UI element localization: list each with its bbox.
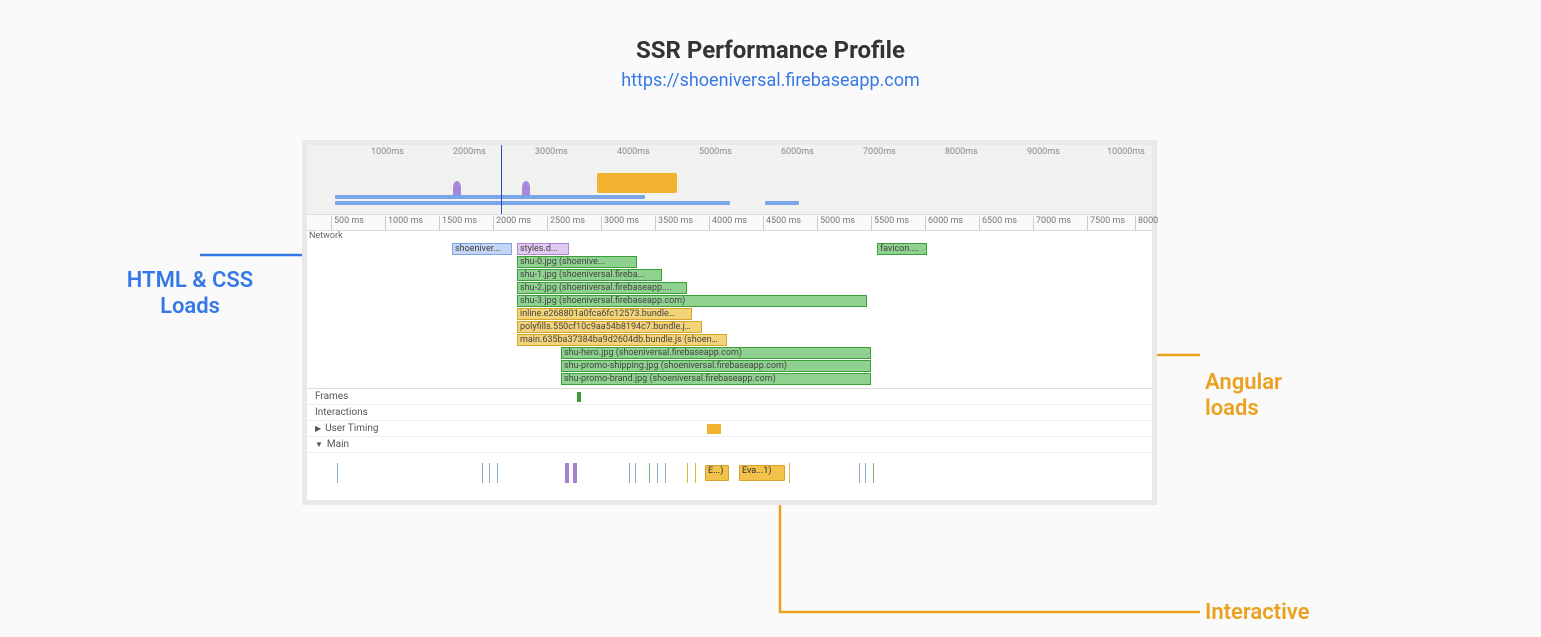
ruler-tick: 6500 ms <box>979 216 1017 230</box>
network-section-label: Network <box>309 231 343 241</box>
collapse-icon[interactable]: ▼ <box>315 440 323 449</box>
network-request-bar[interactable]: polyfills.550cf10c9aa54b8194c7.bundle.j… <box>517 321 702 333</box>
lane-label: Main <box>327 439 349 450</box>
task-stripe <box>489 463 490 483</box>
task-stripe <box>695 463 696 483</box>
lane-label: Frames <box>315 391 348 402</box>
annotation-interactive: Interactive <box>1205 600 1365 626</box>
network-request-bar[interactable]: shu-3.jpg (shoeniversal.firebaseapp.com) <box>517 295 867 307</box>
ov-tick: 2000ms <box>453 147 486 157</box>
network-waterfall[interactable]: Network shoeniver... styles.d...shu-0.jpg… <box>307 231 1152 389</box>
ov-tick: 10000ms <box>1107 147 1145 157</box>
ov-tick: 7000ms <box>863 147 896 157</box>
network-request-bar[interactable]: shu-hero.jpg (shoeniversal.firebaseapp.c… <box>561 347 871 359</box>
ov-network-bar <box>765 201 799 205</box>
ov-cpu-spike <box>522 181 530 195</box>
frame-marker <box>577 392 581 402</box>
network-request-bar[interactable]: inline.e268801a0fca6fc12573.bundle… <box>517 308 692 320</box>
lane-user-timing[interactable]: ▶ User Timing <box>307 421 1152 437</box>
ov-tick: 4000ms <box>617 147 650 157</box>
task-stripe <box>665 463 666 483</box>
lane-interactions[interactable]: Interactions <box>307 405 1152 421</box>
lane-label: Interactions <box>315 407 368 418</box>
task-stripe <box>657 463 658 483</box>
ruler-tick: 7500 ms <box>1087 216 1125 230</box>
network-request-bar[interactable]: styles.d... <box>517 243 569 255</box>
network-request-bar[interactable]: shu-promo-brand.jpg (shoeniversal.fireba… <box>561 373 871 385</box>
ov-tick: 9000ms <box>1027 147 1060 157</box>
task-stripe <box>649 463 650 483</box>
ov-cpu-spike <box>453 181 461 195</box>
network-request-bar[interactable]: shu-2.jpg (shoeniversal.firebaseapp.... <box>517 282 687 294</box>
task-stripe <box>873 463 874 483</box>
ruler-tick: 1500 ms <box>439 216 477 230</box>
task-stripe <box>573 463 577 483</box>
page-title: SSR Performance Profile <box>0 36 1541 64</box>
page-url[interactable]: https://shoeniversal.firebaseapp.com <box>0 70 1541 91</box>
ruler-tick: 3500 ms <box>655 216 693 230</box>
ruler-tick: 8000 <box>1135 216 1158 230</box>
network-request-bar[interactable]: shu-0.jpg (shoenive... <box>517 256 637 268</box>
task-stripe <box>337 463 338 483</box>
ov-tick: 6000ms <box>781 147 814 157</box>
task-stripe <box>859 463 860 483</box>
network-request-bar[interactable]: main.635ba37384ba9d2604db.bundle.js (sho… <box>517 334 727 346</box>
task-stripe <box>635 463 636 483</box>
ov-tick: 8000ms <box>945 147 978 157</box>
ov-tick: 3000ms <box>535 147 568 157</box>
ruler-tick: 2500 ms <box>547 216 585 230</box>
ruler-tick: 5000 ms <box>817 216 855 230</box>
ov-tick: 5000ms <box>699 147 732 157</box>
annotation-html-css-loads: HTML & CSSLoads <box>100 268 280 321</box>
ruler-tick: 4000 ms <box>709 216 747 230</box>
task-stripe <box>865 463 866 483</box>
ov-tick: 1000ms <box>371 147 404 157</box>
lane-frames[interactable]: Frames <box>307 389 1152 405</box>
ruler-tick: 6000 ms <box>925 216 963 230</box>
ruler-tick: 5500 ms <box>871 216 909 230</box>
flame-evaluate-script[interactable]: Eva...1) <box>739 465 785 481</box>
ov-script-activity <box>597 173 677 193</box>
task-stripe <box>497 463 498 483</box>
ov-time-cursor[interactable] <box>501 145 502 214</box>
flame-evaluate-script[interactable]: E...) <box>705 465 729 481</box>
annotation-angular-loads: Angularloads <box>1205 370 1345 423</box>
ruler-tick: 4500 ms <box>763 216 801 230</box>
lane-main[interactable]: ▼ Main <box>307 437 1152 453</box>
network-request-bar[interactable]: shu-promo-shipping.jpg (shoeniversal.fir… <box>561 360 871 372</box>
main-thread-flame[interactable]: E...) Eva...1) <box>307 453 1152 493</box>
network-request-bar[interactable]: shu-1.jpg (shoeniversal.fireba... <box>517 269 662 281</box>
devtools-performance-panel[interactable]: 1000ms 2000ms 3000ms 4000ms 5000ms 6000m… <box>302 140 1157 505</box>
ruler-tick: 2000 ms <box>493 216 531 230</box>
arrow-interactive <box>770 490 1270 630</box>
user-timing-mark <box>707 424 721 434</box>
ov-network-bar <box>335 201 730 205</box>
network-request-bar[interactable]: favicon.... <box>877 243 927 255</box>
task-stripe <box>482 463 483 483</box>
ruler-tick: 1000 ms <box>385 216 423 230</box>
ruler-tick: 500 ms <box>331 216 364 230</box>
expand-icon[interactable]: ▶ <box>315 424 321 433</box>
network-request-bar[interactable]: shoeniver... <box>452 243 512 255</box>
overview-strip[interactable]: 1000ms 2000ms 3000ms 4000ms 5000ms 6000m… <box>307 145 1152 215</box>
task-stripe <box>687 463 688 483</box>
lane-label: User Timing <box>325 423 378 434</box>
ruler-tick: 3000 ms <box>601 216 639 230</box>
task-stripe <box>629 463 630 483</box>
task-stripe <box>789 463 790 483</box>
ruler-tick: 7000 ms <box>1033 216 1071 230</box>
ov-network-bar <box>335 195 645 199</box>
timeline-ruler[interactable]: 500 ms 1000 ms 1500 ms 2000 ms 2500 ms 3… <box>307 215 1152 231</box>
task-stripe <box>565 463 569 483</box>
